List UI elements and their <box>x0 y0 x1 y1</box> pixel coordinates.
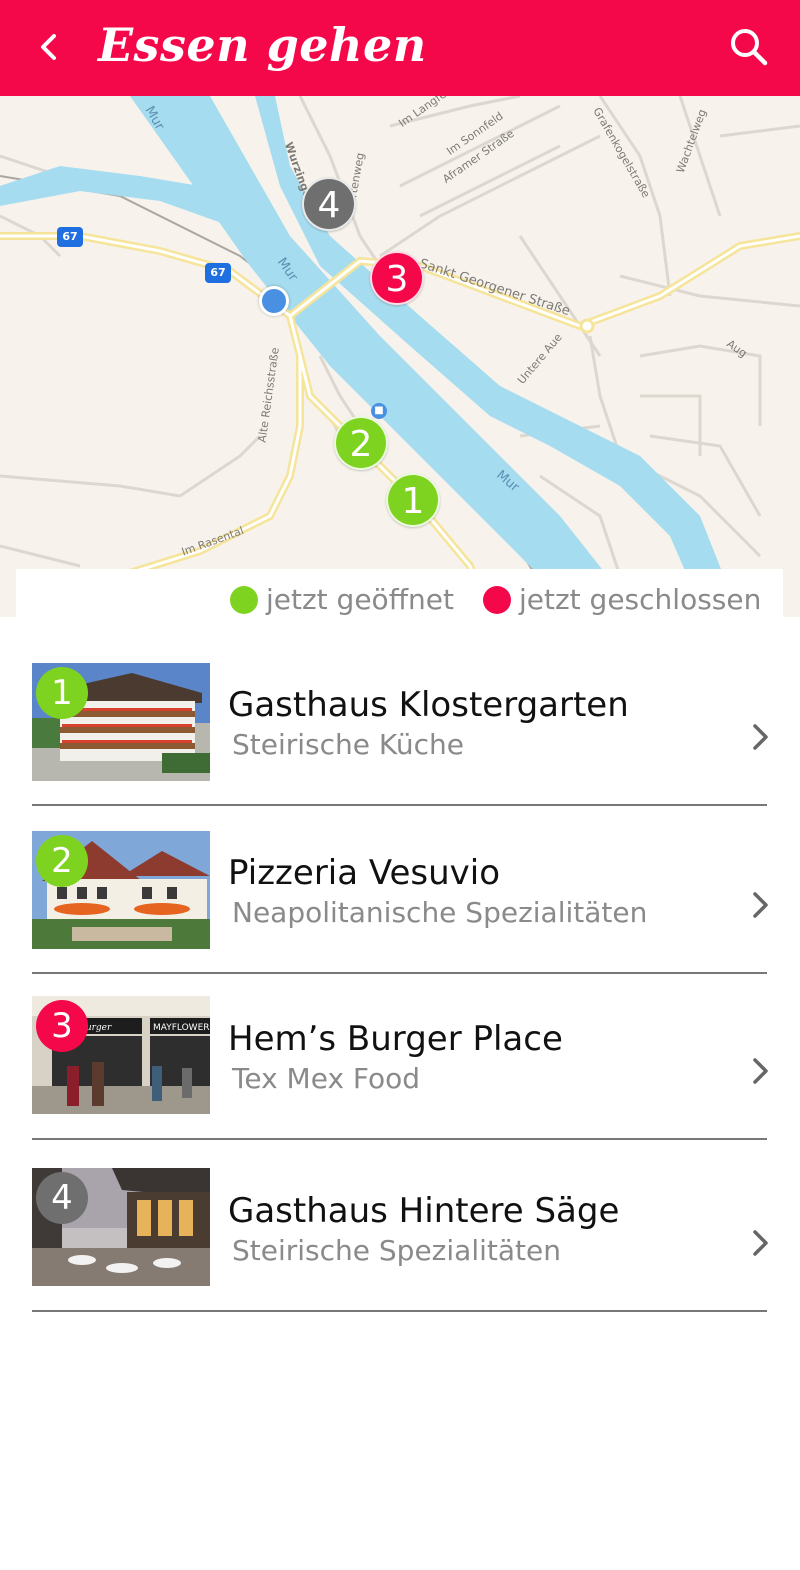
road-shield: 67 <box>205 263 231 283</box>
restaurant-photo: Joe Burger MAYFLOWER 3 <box>32 996 210 1114</box>
road-shield: 67 <box>57 227 83 247</box>
back-button[interactable] <box>28 24 68 70</box>
restaurant-name: Pizzeria Vesuvio <box>228 853 501 893</box>
chevron-right-icon <box>753 1058 768 1084</box>
map-base-layer <box>0 96 800 617</box>
legend-closed-label: jetzt geschlossen <box>519 583 762 616</box>
tram-stop-icon: ■ <box>371 403 387 419</box>
current-location-marker <box>259 286 289 316</box>
status-legend: jetzt geöffnet jetzt geschlossen <box>16 569 783 617</box>
closed-status-dot <box>483 586 511 614</box>
restaurant-name: Hem’s Burger Place <box>228 1019 563 1059</box>
map-view[interactable]: Im Langfeld Im Sonnfeld Aframer Straße G… <box>0 96 800 617</box>
list-item[interactable]: Joe Burger MAYFLOWER 3 Hem’s Burger Plac… <box>0 953 800 1140</box>
restaurant-number-badge: 1 <box>36 667 88 719</box>
restaurant-photo: 4 <box>32 1168 210 1286</box>
list-item[interactable]: 1 Gasthaus Klostergarten Steirische Küch… <box>0 617 800 806</box>
list-item[interactable]: 4 Gasthaus Hintere Säge Steirische Spezi… <box>0 1119 800 1312</box>
restaurant-name: Gasthaus Klostergarten <box>228 685 629 725</box>
legend-closed: jetzt geschlossen <box>483 583 761 617</box>
legend-open: jetzt geöffnet <box>230 583 454 617</box>
chevron-right-icon <box>753 724 768 750</box>
open-status-dot <box>230 586 258 614</box>
search-button[interactable] <box>724 22 774 72</box>
restaurant-cuisine: Tex Mex Food <box>232 1062 421 1095</box>
restaurant-photo: 1 <box>32 663 210 781</box>
map-pin-3[interactable]: 3 <box>370 251 424 305</box>
chevron-right-icon <box>753 1230 768 1256</box>
legend-open-label: jetzt geöffnet <box>266 583 454 616</box>
restaurant-photo: 2 <box>32 831 210 949</box>
restaurant-cuisine: Neapolitanische Spezialitäten <box>232 896 648 929</box>
map-pin-4[interactable]: 4 <box>302 177 356 231</box>
restaurant-name: Gasthaus Hintere Säge <box>228 1191 620 1231</box>
map-pin-2[interactable]: 2 <box>334 416 388 470</box>
restaurant-number-badge: 3 <box>36 1000 88 1052</box>
restaurant-number-badge: 2 <box>36 835 88 887</box>
app-header: Essen gehen <box>0 0 800 96</box>
list-item[interactable]: 2 Pizzeria Vesuvio Neapolitanische Spezi… <box>0 785 800 974</box>
chevron-left-icon <box>41 34 56 60</box>
map-pin-1[interactable]: 1 <box>386 473 440 527</box>
page-title: Essen gehen <box>98 18 427 72</box>
restaurant-cuisine: Steirische Küche <box>232 728 464 761</box>
restaurant-number-badge: 4 <box>36 1172 88 1224</box>
chevron-right-icon <box>753 892 768 918</box>
row-divider <box>32 1310 767 1312</box>
search-icon <box>731 29 768 66</box>
restaurant-cuisine: Steirische Spezialitäten <box>232 1234 561 1267</box>
mayflower-sign-text: MAYFLOWER <box>153 1023 210 1033</box>
